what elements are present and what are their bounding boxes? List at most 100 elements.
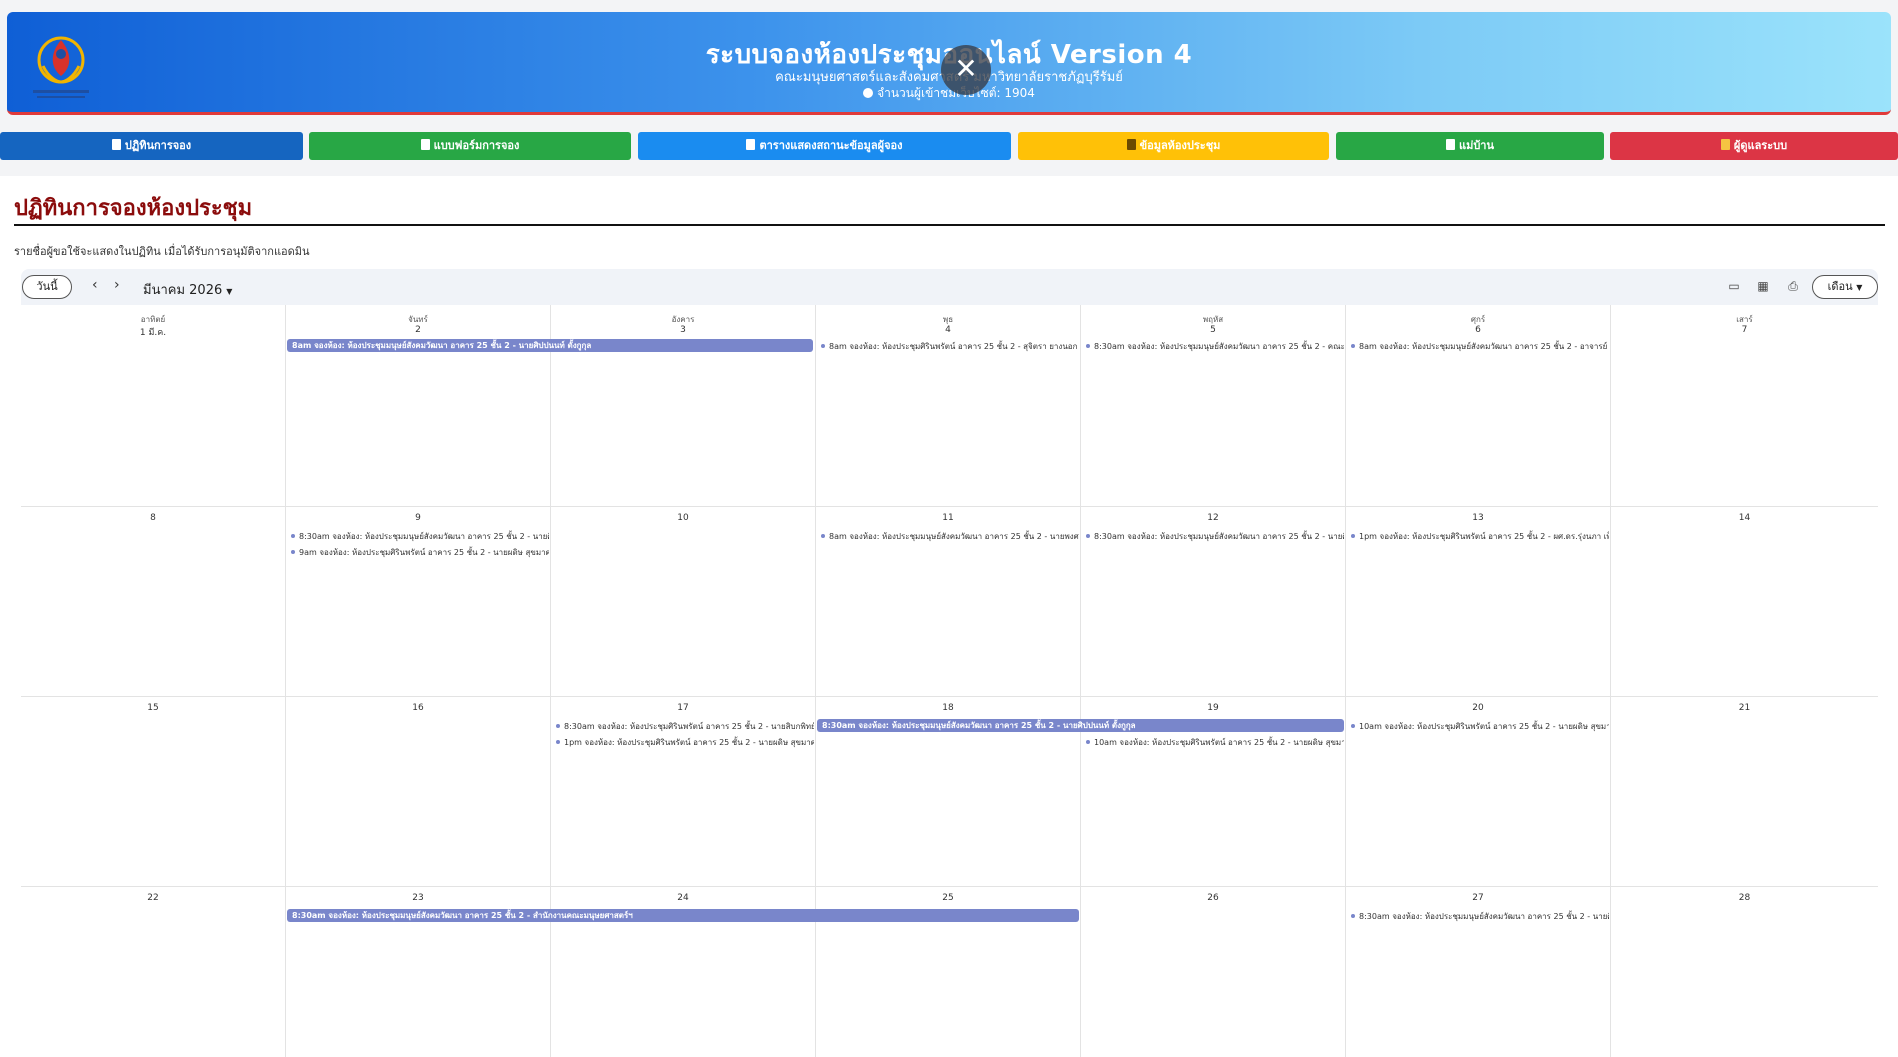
day-number[interactable]: 11 [816,513,1080,523]
chevron-down-icon: ▼ [1856,283,1863,292]
calendar-event[interactable]: 8:30am จองห้อง: ห้องประชุมศิรินพรัตน์ อา… [556,720,814,733]
event-text: 8am จองห้อง: ห้องประชุมมนุษย์สังคมวัฒนา … [1359,342,1609,351]
day-cell[interactable]: ศุกร์ 6 [1346,305,1611,507]
nav-admin[interactable]: ผู้ดูแลระบบ [1610,132,1898,160]
day-number[interactable]: 16 [286,703,550,713]
day-number[interactable]: 4 [816,325,1080,335]
day-number[interactable]: 6 [1346,325,1610,335]
next-month-button[interactable]: › [114,277,120,293]
calendar-event[interactable]: 8am จองห้อง: ห้องประชุมศิรินพรัตน์ อาคาร… [821,340,1079,353]
eye-icon [863,88,874,98]
day-cell[interactable]: 26 [1081,887,1346,1057]
calendar-event[interactable]: 8am จองห้อง: ห้องประชุมมนุษย์สังคมวัฒนา … [1351,340,1609,353]
day-cell[interactable]: พฤหัส 5 [1081,305,1346,507]
day-number[interactable]: 21 [1611,703,1878,713]
day-cell[interactable]: 15 [21,697,286,887]
calendar-event[interactable]: 8am จองห้อง: ห้องประชุมมนุษย์สังคมวัฒนา … [287,339,813,352]
day-number[interactable]: 14 [1611,513,1878,523]
day-cell[interactable]: 28 [1611,887,1878,1057]
calendar-event[interactable]: 1pm จองห้อง: ห้องประชุมศิรินพรัตน์ อาคาร… [1351,530,1609,543]
calendar-event[interactable]: 8:30am จองห้อง: ห้องประชุมมนุษย์สังคมวัฒ… [287,909,1079,922]
month-grid: อาทิตย์ 1 มี.ค. จันทร์ 2 อังคาร 3 พุธ 4 พฤหั… [21,305,1878,1057]
calendar-event[interactable]: 8:30am จองห้อง: ห้องประชุมมนุษย์สังคมวัฒ… [291,530,549,543]
calendar-event[interactable]: 8:30am จองห้อง: ห้องประชุมมนุษย์สังคมวัฒ… [1086,530,1344,543]
calendar-event[interactable]: 8:30am จองห้อง: ห้องประชุมมนุษย์สังคมวัฒ… [1351,910,1609,923]
day-cell[interactable]: 8 [21,507,286,697]
nav-room-info-label: ข้อมูลห้องประชุม [1139,139,1221,152]
day-cell[interactable]: อังคาร 3 [551,305,816,507]
day-number[interactable]: 7 [1611,325,1878,335]
nav-room-info[interactable]: ข้อมูลห้องประชุม [1018,132,1329,160]
day-cell[interactable]: อาทิตย์ 1 มี.ค. [21,305,286,507]
calendar-event[interactable]: 10am จองห้อง: ห้องประชุมศิรินพรัตน์ อาคา… [1086,736,1344,749]
day-number[interactable]: 9 [286,513,550,523]
day-number[interactable]: 2 [286,325,550,335]
event-dot-icon [821,344,825,348]
day-cell[interactable]: 10 [551,507,816,697]
day-number[interactable]: 3 [551,325,815,335]
calendar-event[interactable]: 1pm จองห้อง: ห้องประชุมศิรินพรัตน์ อาคาร… [556,736,814,749]
day-number[interactable]: 1 มี.ค. [21,325,285,339]
day-number[interactable]: 17 [551,703,815,713]
nav-booking-form[interactable]: แบบฟอร์มการจอง [309,132,631,160]
event-text: 8:30am จองห้อง: ห้องประชุมศิรินพรัตน์ อา… [564,722,814,731]
clipboard-icon [746,139,756,150]
view-label: เดือน [1827,280,1853,293]
event-text: 1pm จองห้อง: ห้องประชุมศิรินพรัตน์ อาคาร… [1359,532,1609,541]
event-dot-icon [556,740,560,744]
calendar-event[interactable]: 8:30am จองห้อง: ห้องประชุมมนุษย์สังคมวัฒ… [817,719,1344,732]
close-button[interactable]: ✕ [941,45,991,95]
day-cell[interactable]: 14 [1611,507,1878,697]
print-icon[interactable]: ⎙ [1786,279,1800,293]
document-icon [1445,139,1455,150]
app-header: ระบบจองห้องประชุมออนไลน์ Version 4 คณะมน… [7,12,1891,115]
day-number[interactable]: 20 [1346,703,1610,713]
day-number[interactable]: 23 [286,893,550,903]
day-number[interactable]: 12 [1081,513,1345,523]
day-number[interactable]: 8 [21,513,285,523]
day-cell[interactable]: เสาร์ 7 [1611,305,1878,507]
day-number[interactable]: 5 [1081,325,1345,335]
event-text: 8am จองห้อง: ห้องประชุมศิรินพรัตน์ อาคาร… [829,342,1078,351]
nav-status-table-label: ตารางแสดงสถานะข้อมูลผู้จอง [759,139,903,152]
day-number[interactable]: 24 [551,893,815,903]
event-text: 10am จองห้อง: ห้องประชุมศิรินพรัตน์ อาคา… [1094,738,1344,747]
calendar-event[interactable]: 10am จองห้อง: ห้องประชุมศิรินพรัตน์ อาคา… [1351,720,1609,733]
day-number[interactable]: 28 [1611,893,1878,903]
key-icon [1720,139,1730,150]
event-dot-icon [1351,724,1355,728]
month-selector[interactable]: มีนาคม 2026 ▼ [143,279,232,300]
month-label: มีนาคม 2026 [143,283,223,298]
view-selector[interactable]: เดือน ▼ [1812,275,1878,299]
prev-month-button[interactable]: ‹ [92,277,98,293]
calendar-event[interactable]: 8am จองห้อง: ห้องประชุมมนุษย์สังคมวัฒนา … [821,530,1079,543]
feedback-icon[interactable]: ▭ [1727,279,1741,293]
day-number[interactable]: 13 [1346,513,1610,523]
day-number[interactable]: 19 [1081,703,1345,713]
day-cell[interactable]: 22 [21,887,286,1057]
day-number[interactable]: 15 [21,703,285,713]
day-number[interactable]: 26 [1081,893,1345,903]
nav-housekeeper[interactable]: แม่บ้าน [1336,132,1604,160]
day-number[interactable]: 25 [816,893,1080,903]
nav-calendar[interactable]: ปฏิทินการจอง [0,132,303,160]
day-cell[interactable]: พุธ 4 [816,305,1081,507]
nav-booking-form-label: แบบฟอร์มการจอง [433,139,520,152]
day-number[interactable]: 18 [816,703,1080,713]
day-number[interactable]: 22 [21,893,285,903]
day-cell[interactable]: 16 [286,697,551,887]
day-cell[interactable]: จันทร์ 2 [286,305,551,507]
calendar-icon[interactable]: ▦ [1756,279,1770,293]
chevron-down-icon: ▼ [226,287,233,296]
day-number[interactable]: 27 [1346,893,1610,903]
event-text: 8:30am จองห้อง: ห้องประชุมมนุษย์สังคมวัฒ… [299,532,549,541]
day-cell[interactable]: 21 [1611,697,1878,887]
calendar-event[interactable]: 8:30am จองห้อง: ห้องประชุมมนุษย์สังคมวัฒ… [1086,340,1344,353]
day-number[interactable]: 10 [551,513,815,523]
event-dot-icon [291,534,295,538]
calendar-event[interactable]: 9am จองห้อง: ห้องประชุมศิรินพรัตน์ อาคาร… [291,546,549,559]
event-text: 8:30am จองห้อง: ห้องประชุมมนุษย์สังคมวัฒ… [1094,342,1344,351]
today-button[interactable]: วันนี้ [22,275,72,299]
nav-status-table[interactable]: ตารางแสดงสถานะข้อมูลผู้จอง [638,132,1011,160]
nav-housekeeper-label: แม่บ้าน [1458,139,1495,152]
